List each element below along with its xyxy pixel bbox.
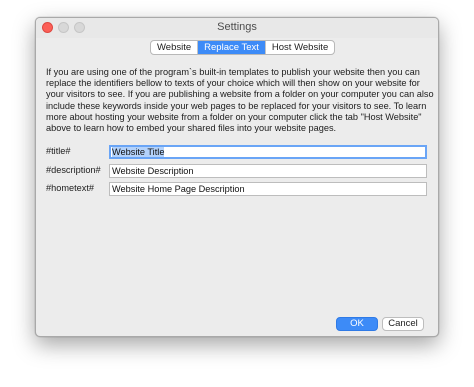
instructions-text: If you are using one of the program`s bu… [46,67,434,134]
ok-button[interactable]: OK [336,317,378,331]
tab-bar: Website Replace Text Host Website [150,40,336,55]
hometext-row: #hometext# Website Home Page Description [46,182,430,196]
tab-website[interactable]: Website [151,41,199,54]
title-row: #title# Website Title [46,145,430,159]
settings-window: Settings Website Replace Text Host Websi… [35,17,439,337]
title-bar: Settings [36,18,438,38]
tab-host-website[interactable]: Host Website [266,41,334,54]
description-row: #description# Website Description [46,164,430,178]
cancel-button[interactable]: Cancel [382,317,424,331]
hometext-field-label: #hometext# [46,183,95,193]
description-field-label: #description# [46,165,101,175]
tab-replace-text[interactable]: Replace Text [198,41,266,54]
hometext-field[interactable]: Website Home Page Description [109,182,427,196]
window-title: Settings [217,21,257,33]
title-field-value: Website Title [112,147,165,157]
title-field-label: #title# [46,146,71,156]
dialog-footer: OK Cancel [36,314,438,336]
title-field[interactable]: Website Title [109,145,427,159]
description-field[interactable]: Website Description [109,164,427,178]
